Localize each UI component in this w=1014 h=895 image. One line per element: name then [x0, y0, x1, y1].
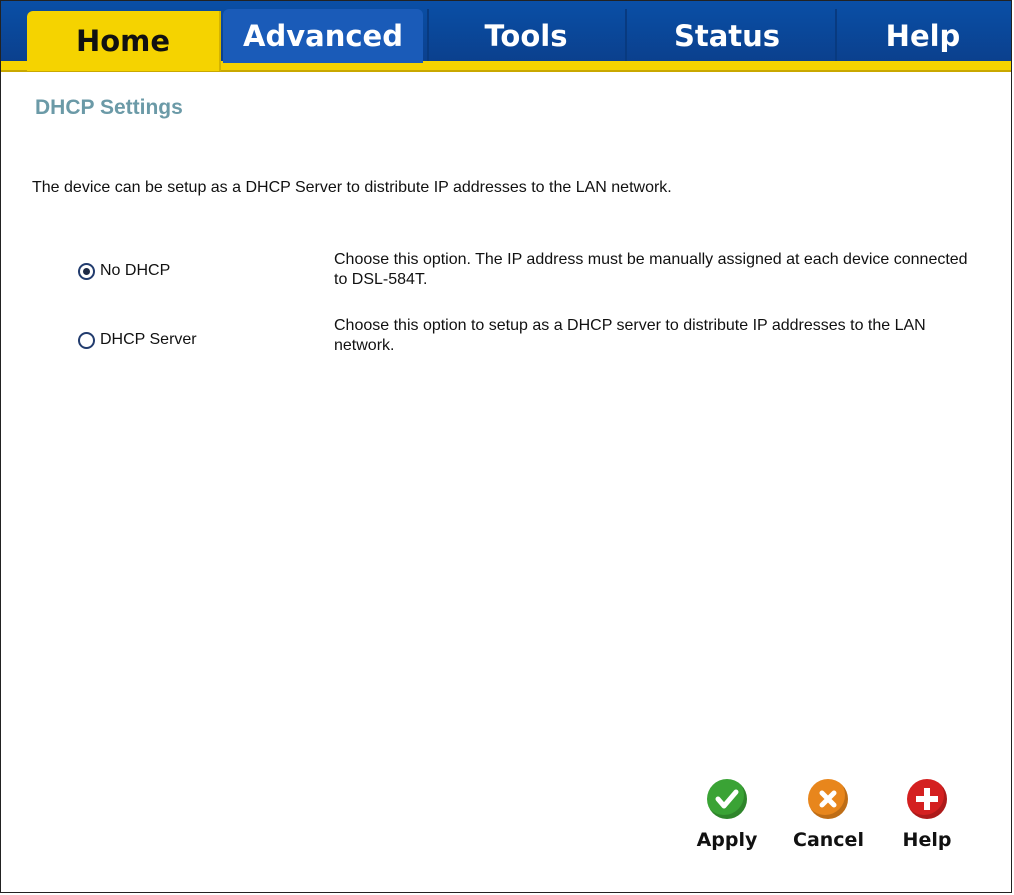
tab-tools[interactable]: Tools [431, 9, 621, 63]
plus-icon [907, 779, 947, 819]
tab-advanced[interactable]: Advanced [223, 9, 423, 63]
tab-status[interactable]: Status [629, 9, 825, 63]
help-label: Help [902, 829, 952, 851]
radio-button-selected[interactable] [78, 262, 95, 280]
no-dhcp-description: Choose this option. The IP address must … [334, 251, 968, 288]
intro-text: The device can be setup as a DHCP Server… [32, 179, 672, 196]
x-icon [808, 779, 848, 819]
tab-home[interactable]: Home [27, 11, 221, 71]
tab-divider [427, 9, 429, 61]
page-title: DHCP Settings [35, 96, 183, 119]
dhcp-settings-window: Home Advanced Tools Status Help DHCP Set… [0, 0, 1012, 893]
help-button[interactable]: Help [892, 779, 962, 851]
dhcp-server-description: Choose this option to setup as a DHCP se… [334, 317, 926, 354]
tab-divider [835, 9, 837, 61]
radio-no-dhcp[interactable]: No DHCP [78, 262, 170, 280]
tab-divider [625, 9, 627, 61]
top-tab-bar: Home Advanced Tools Status Help [1, 1, 1011, 75]
cancel-button[interactable]: Cancel [793, 779, 864, 851]
apply-label: Apply [696, 829, 758, 851]
apply-button[interactable]: Apply [692, 779, 762, 851]
radio-label-dhcp-server: DHCP Server [100, 331, 197, 348]
radio-button-unselected[interactable] [78, 331, 95, 349]
radio-dhcp-server[interactable]: DHCP Server [78, 331, 197, 349]
radio-label-no-dhcp: No DHCP [100, 262, 171, 279]
tab-help[interactable]: Help [841, 9, 1005, 63]
check-icon [707, 779, 747, 819]
radio-dot-icon [83, 267, 90, 275]
cancel-label: Cancel [793, 829, 864, 851]
